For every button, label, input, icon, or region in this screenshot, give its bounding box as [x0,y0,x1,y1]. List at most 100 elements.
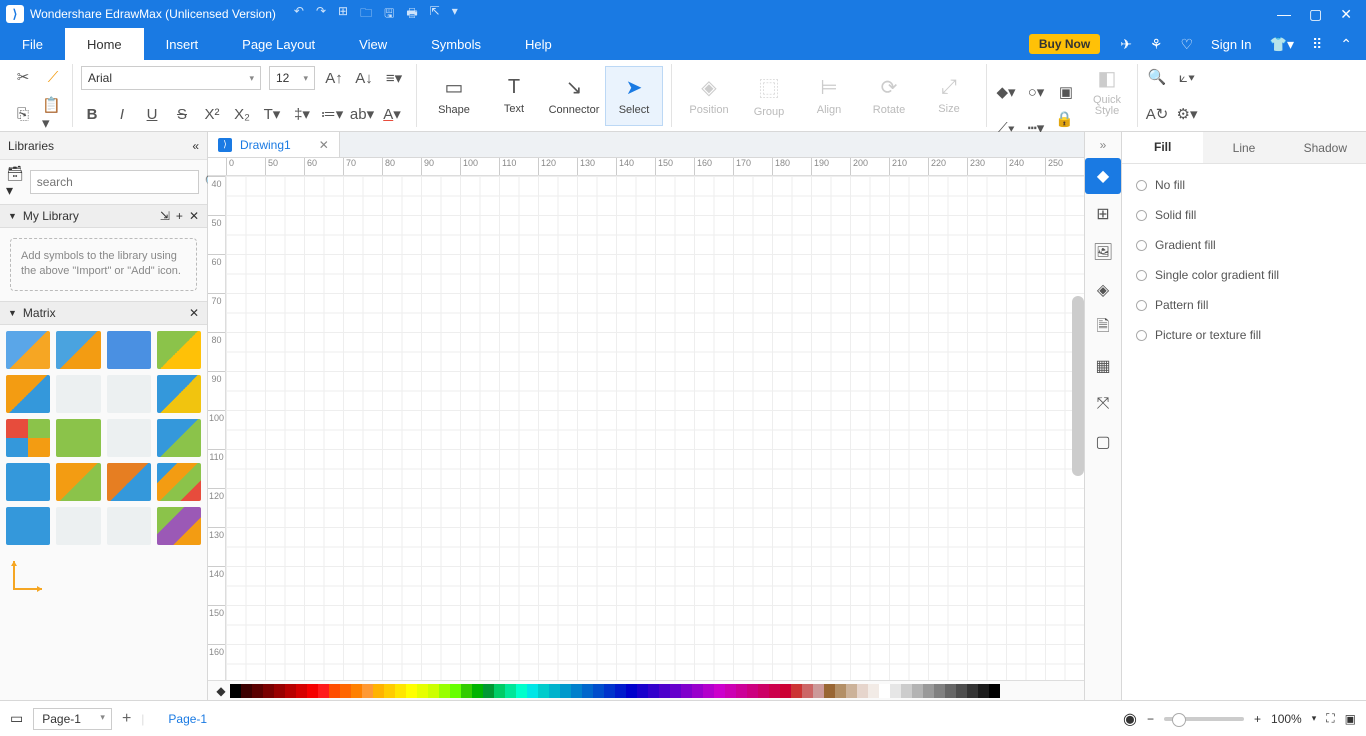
undo-icon[interactable]: ↶ [294,4,304,25]
color-swatch[interactable] [428,684,439,698]
cut-icon[interactable]: ✂ [12,66,34,88]
color-swatch[interactable] [736,684,747,698]
color-swatch[interactable] [582,684,593,698]
send-icon[interactable]: ✈ [1120,36,1132,53]
color-swatch[interactable] [978,684,989,698]
new-icon[interactable]: ⊞ [338,4,348,25]
tab-home[interactable]: Home [65,28,144,60]
matrix-shape[interactable] [6,507,50,545]
color-swatch[interactable] [483,684,494,698]
font-color-icon[interactable]: A▾ [381,103,403,125]
color-swatch[interactable] [439,684,450,698]
color-swatch[interactable] [230,684,241,698]
strike-icon[interactable]: S [171,103,193,125]
color-swatch[interactable] [846,684,857,698]
color-swatch[interactable] [967,684,978,698]
drawing-canvas[interactable] [226,176,1084,680]
font-name-combo[interactable]: Arial [81,66,261,90]
size-button[interactable]: ⤢Size [920,66,978,126]
italic-icon[interactable]: I [111,103,133,125]
color-swatch[interactable] [538,684,549,698]
color-swatch[interactable] [604,684,615,698]
prop-tab-shadow[interactable]: Shadow [1285,132,1366,163]
minimize-icon[interactable]: — [1277,6,1291,23]
color-swatch[interactable] [912,684,923,698]
qat-more-icon[interactable]: ▾ [452,4,458,25]
zoom-out-icon[interactable]: − [1147,712,1154,726]
color-swatch[interactable] [461,684,472,698]
matrix-shape[interactable] [56,463,100,501]
fill-option[interactable]: No fill [1136,178,1352,192]
color-swatch[interactable] [549,684,560,698]
color-swatch[interactable] [395,684,406,698]
add-page-icon[interactable]: + [122,710,131,728]
theme-icon[interactable]: 👕▾ [1270,36,1294,53]
fit-width-icon[interactable]: ▣ [1345,712,1356,726]
matrix-shape[interactable] [56,507,100,545]
color-swatch[interactable] [857,684,868,698]
color-swatch[interactable] [923,684,934,698]
zoom-in-icon[interactable]: + [1254,712,1261,726]
color-swatch[interactable] [252,684,263,698]
matrix-shape[interactable] [56,419,100,457]
save-icon[interactable]: 🖫 [384,4,394,25]
color-swatch[interactable] [417,684,428,698]
color-swatch[interactable] [879,684,890,698]
shadow-tool-icon[interactable]: ▣ [1055,81,1077,103]
color-swatch[interactable] [802,684,813,698]
subscript-icon[interactable]: X₂ [231,103,253,125]
page-tab[interactable]: Page-1 [154,712,221,726]
color-swatch[interactable] [527,684,538,698]
fill-option[interactable]: Single color gradient fill [1136,268,1352,282]
fill-option[interactable]: Pattern fill [1136,298,1352,312]
rotate-button[interactable]: ⟳Rotate [860,66,918,126]
document-tab[interactable]: ⟩ Drawing1 ✕ [208,132,340,157]
color-swatch[interactable] [714,684,725,698]
color-swatch[interactable] [835,684,846,698]
superscript-icon[interactable]: X² [201,103,223,125]
color-swatch[interactable] [725,684,736,698]
vertical-scrollbar[interactable] [1072,296,1084,476]
color-swatch[interactable] [571,684,582,698]
prop-tab-line[interactable]: Line [1203,132,1284,163]
color-swatch[interactable] [285,684,296,698]
bullets-icon[interactable]: ≔▾ [321,103,343,125]
fill-option[interactable]: Solid fill [1136,208,1352,222]
color-swatch[interactable] [890,684,901,698]
color-swatch[interactable] [769,684,780,698]
color-swatch[interactable] [747,684,758,698]
fill-tool-icon[interactable]: ◆▾ [995,81,1017,103]
fill-panel-icon[interactable]: ◆ [1085,158,1121,194]
share-icon[interactable]: ⚘ [1150,36,1163,53]
replace-text-icon[interactable]: A↻ [1146,103,1168,125]
close-icon[interactable]: ✕ [1340,6,1352,23]
color-swatch[interactable] [703,684,714,698]
color-swatch[interactable] [494,684,505,698]
matrix-shape[interactable] [6,375,50,413]
collapse-panel-icon[interactable]: « [192,139,199,153]
matrix-shape[interactable] [157,331,201,369]
layout-panel-icon[interactable]: ⊞ [1085,196,1121,232]
position-button[interactable]: ◈Position [680,66,738,126]
fit-page-icon[interactable]: ⛶ [1326,711,1334,726]
color-swatch[interactable] [659,684,670,698]
color-swatch[interactable] [956,684,967,698]
color-swatch[interactable] [351,684,362,698]
quick-style-button[interactable]: ◧Quick Style [1085,66,1129,117]
tab-page-layout[interactable]: Page Layout [220,28,337,60]
text-highlight-icon[interactable]: ab▾ [351,103,373,125]
color-swatch[interactable] [307,684,318,698]
color-swatch[interactable] [934,684,945,698]
maximize-icon[interactable]: ▢ [1309,6,1322,23]
color-swatch[interactable] [560,684,571,698]
color-swatch[interactable] [362,684,373,698]
color-swatch[interactable] [615,684,626,698]
chart-panel-icon[interactable]: ▦ [1085,348,1121,384]
shape-button[interactable]: ▭Shape [425,66,483,126]
connector-button[interactable]: ↘Connector [545,66,603,126]
underline-icon[interactable]: U [141,103,163,125]
matrix-shape[interactable] [6,419,50,457]
align-para-icon[interactable]: ≡▾ [383,67,405,89]
color-swatch[interactable] [791,684,802,698]
prop-tab-fill[interactable]: Fill [1122,132,1203,163]
